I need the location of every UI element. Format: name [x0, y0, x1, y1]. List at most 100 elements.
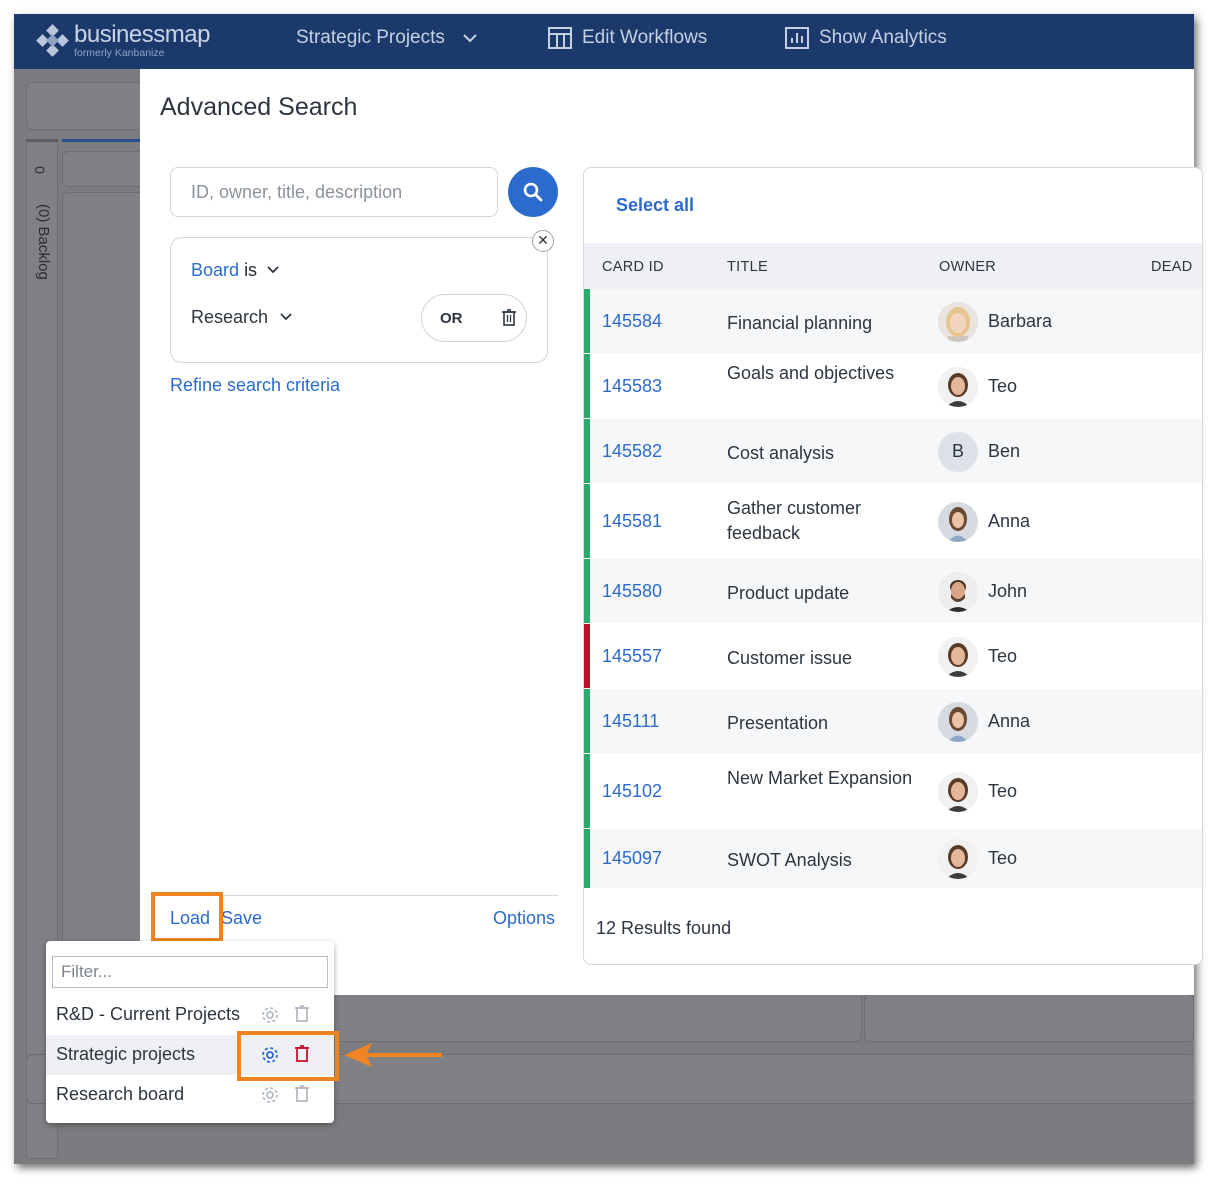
card-id-link[interactable]: 145097: [602, 848, 662, 869]
nav-label: Show Analytics: [819, 27, 947, 48]
column-header-owner[interactable]: OWNER: [939, 259, 996, 275]
brand-logo[interactable]: businessmap formerly Kanbanize: [36, 21, 210, 59]
card-id-link[interactable]: 145580: [602, 581, 662, 602]
card-color-bar: [584, 829, 590, 888]
table-row[interactable]: 145583 Goals and objectives Teo: [584, 354, 1202, 419]
board-lane-bg: [864, 994, 1194, 1042]
owner-name: Barbara: [988, 310, 1053, 331]
card-id-link[interactable]: 145582: [602, 441, 662, 462]
card-title: Customer issue: [727, 647, 853, 668]
card-id-link[interactable]: 145581: [602, 511, 662, 532]
backlog-count: 0: [31, 166, 48, 174]
remove-filter-button[interactable]: ✕: [532, 230, 554, 252]
owner-avatar: [938, 701, 978, 742]
table-row[interactable]: 145582 Cost analysis B Ben: [584, 419, 1202, 484]
search-button[interactable]: [508, 167, 558, 217]
card-title: Cost analysis: [727, 442, 835, 463]
owner-name: Teo: [988, 848, 1018, 868]
logo-mark-icon: [36, 24, 69, 57]
column-header-card-id[interactable]: CARD ID: [602, 259, 664, 275]
card-id-link[interactable]: 145583: [602, 376, 662, 397]
column-header-title[interactable]: TITLE: [727, 259, 768, 275]
card-id-link[interactable]: 145102: [602, 781, 662, 802]
card-color-bar: [584, 624, 590, 688]
analytics-icon: [785, 27, 809, 49]
card-title: Goals and objectives: [727, 362, 895, 383]
nav-edit-workflows[interactable]: Edit Workflows: [548, 27, 707, 49]
modal-title: Advanced Search: [160, 93, 358, 121]
owner-name: Anna: [988, 510, 1031, 531]
column-header-deadline[interactable]: DEAD: [1151, 259, 1193, 275]
owner-avatar: B: [938, 431, 978, 472]
chevron-down-icon: [280, 313, 292, 321]
saved-search-label: R&D - Current Projects: [56, 1004, 241, 1024]
card-color-bar: [584, 419, 590, 483]
filter-field-dropdown[interactable]: Board is: [191, 260, 280, 281]
table-header: CARD ID TITLE OWNER DEAD: [584, 243, 1202, 289]
saved-search-filter-input[interactable]: [52, 956, 328, 988]
saved-search-item[interactable]: R&D - Current Projects: [46, 995, 334, 1035]
table-row[interactable]: 145584 Financial planning Barbara: [584, 289, 1202, 354]
card-title: Gather customer feedback: [727, 497, 862, 543]
backlog-column-label: (0) Backlog: [35, 204, 52, 280]
select-all-link[interactable]: Select all: [616, 195, 694, 216]
saved-search-label: Research board: [56, 1084, 185, 1104]
board-progress-bar: [62, 139, 152, 142]
refine-search-link[interactable]: Refine search criteria: [170, 375, 340, 396]
or-combinator-pill: OR: [421, 294, 527, 342]
card-title: Presentation: [727, 712, 829, 733]
card-color-bar: [584, 754, 590, 828]
save-link[interactable]: Save: [221, 908, 262, 929]
trash-icon[interactable]: [501, 309, 517, 327]
saved-search-item[interactable]: Research board: [46, 1075, 334, 1115]
table-row[interactable]: 145557 Customer issue Teo: [584, 624, 1202, 689]
card-id-link[interactable]: 145584: [602, 311, 662, 332]
card-id-link[interactable]: 145557: [602, 646, 662, 667]
owner-avatar: [938, 571, 978, 612]
filter-value-dropdown[interactable]: Research: [191, 307, 293, 328]
arrow-left-icon: [344, 1043, 442, 1067]
owner-avatar: [938, 501, 978, 542]
owner-name: Teo: [988, 375, 1018, 396]
load-highlight-box: [151, 892, 223, 942]
owner-avatar: [938, 636, 978, 677]
owner-name: Teo: [988, 780, 1018, 801]
table-row[interactable]: 145581 Gather customer feedback Anna: [584, 484, 1202, 559]
card-color-bar: [584, 689, 590, 753]
table-row[interactable]: 145097 SWOT Analysis Teo: [584, 829, 1202, 889]
nav-strategic-projects[interactable]: Strategic Projects: [296, 27, 479, 49]
table-row[interactable]: 145102 New Market Expansion Teo: [584, 754, 1202, 829]
nav-show-analytics[interactable]: Show Analytics: [785, 27, 947, 49]
chevron-down-icon: [463, 34, 477, 43]
options-link[interactable]: Options: [493, 908, 555, 929]
brand-subtitle: formerly Kanbanize: [74, 47, 165, 59]
card-title: SWOT Analysis: [727, 850, 852, 870]
card-id-link[interactable]: 145111: [602, 711, 659, 732]
or-button[interactable]: OR: [440, 310, 463, 327]
card-title: Financial planning: [727, 312, 873, 333]
card-title: New Market Expansion: [727, 767, 913, 788]
table-row[interactable]: 145111 Presentation Anna: [584, 689, 1202, 754]
nav-label: Strategic Projects: [296, 27, 445, 48]
card-color-bar: [584, 484, 590, 558]
nav-label: Edit Workflows: [582, 27, 708, 48]
filter-operator: is: [244, 260, 258, 280]
owner-avatar: [938, 366, 978, 407]
advanced-search-modal: Advanced Search Board is Research OR ✕ R…: [140, 69, 1203, 995]
owner-avatar: [938, 301, 978, 342]
chevron-down-icon: [267, 266, 279, 274]
owner-name: Teo: [988, 645, 1018, 666]
brand-name: businessmap: [74, 21, 210, 48]
filter-field: Board: [191, 260, 240, 280]
card-title: Product update: [727, 582, 850, 603]
owner-avatar: [938, 839, 978, 879]
trash-icon[interactable]: [294, 1085, 310, 1103]
search-input[interactable]: [170, 167, 498, 217]
table-row[interactable]: 145580 Product update John: [584, 559, 1202, 624]
trash-icon[interactable]: [294, 1005, 310, 1023]
results-count: 12 Results found: [596, 918, 732, 938]
filter-value: Research: [191, 307, 269, 327]
gear-icon[interactable]: [260, 1005, 280, 1025]
gear-icon[interactable]: [260, 1085, 280, 1105]
owner-name: Anna: [988, 710, 1031, 731]
